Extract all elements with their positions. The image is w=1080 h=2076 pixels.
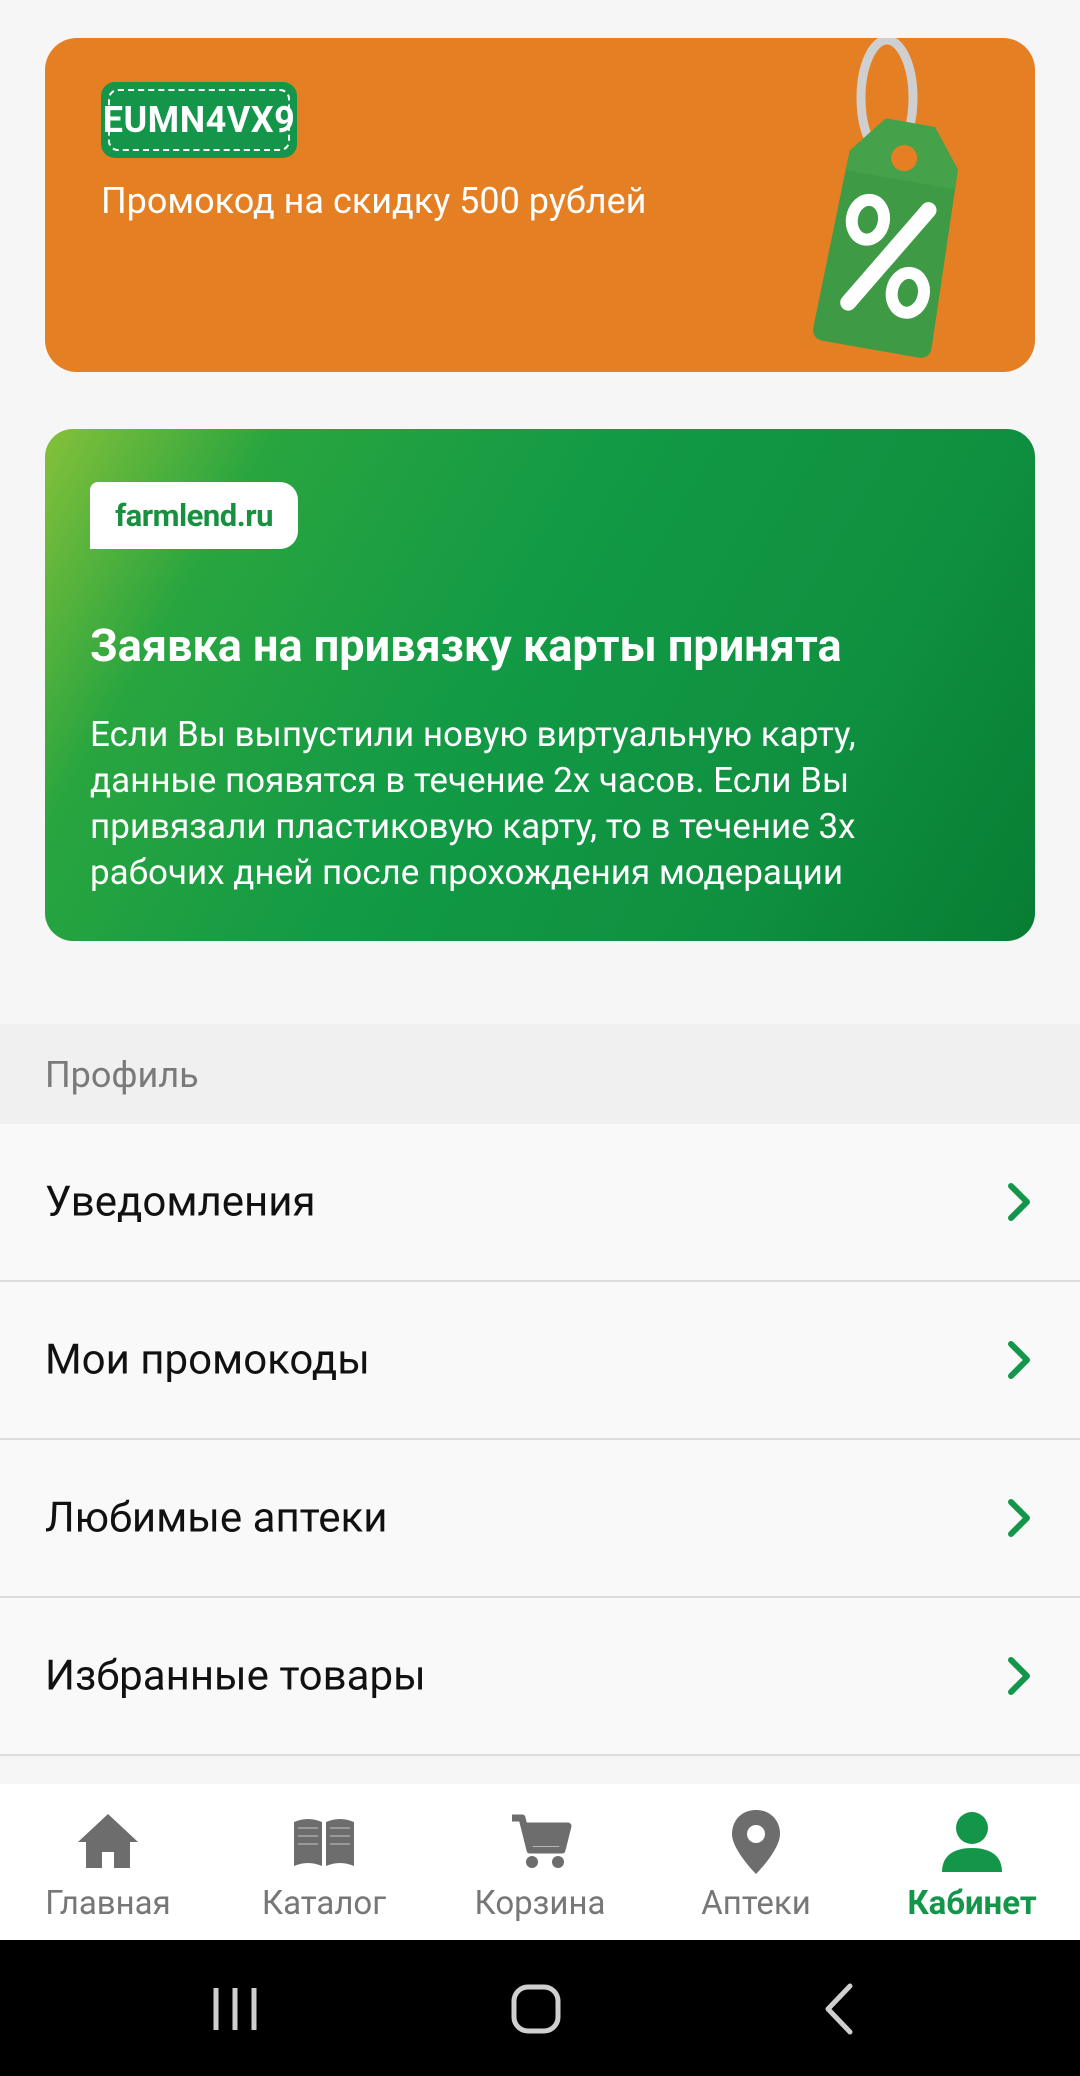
promo-code: EUMN4VX9 bbox=[102, 99, 296, 141]
farmlend-logo-text: farmlend.ru bbox=[115, 497, 273, 534]
section-label: Профиль bbox=[45, 1054, 199, 1096]
chevron-right-icon bbox=[1008, 1657, 1030, 1695]
notice-title: Заявка на привязку карты принята bbox=[90, 619, 842, 672]
promo-code-badge[interactable]: EUMN4VX9 bbox=[101, 82, 297, 158]
chevron-right-icon bbox=[1008, 1499, 1030, 1537]
menu-item-favorite-pharmacies[interactable]: Любимые аптеки bbox=[0, 1440, 1080, 1598]
nav-cart[interactable]: Корзина bbox=[432, 1784, 648, 1940]
nav-label: Главная bbox=[45, 1884, 171, 1923]
bottom-navigation: Главная Каталог Корзина Аптеки Кабинет bbox=[0, 1784, 1080, 1940]
percent-tag-icon bbox=[813, 38, 958, 358]
back-icon[interactable] bbox=[806, 1974, 876, 2044]
notice-text: Если Вы выпустили новую виртуальную карт… bbox=[90, 714, 856, 893]
menu-item-my-promocodes[interactable]: Мои промокоды bbox=[0, 1282, 1080, 1440]
recent-apps-icon[interactable] bbox=[200, 1974, 270, 2044]
card-linked-notice: farmlend.ru Заявка на привязку карты при… bbox=[45, 429, 1035, 941]
location-pin-icon bbox=[732, 1810, 780, 1874]
nav-label: Каталог bbox=[261, 1884, 387, 1923]
system-navigation-bar bbox=[0, 1940, 1080, 2076]
nav-catalog[interactable]: Каталог bbox=[216, 1784, 432, 1940]
promo-card[interactable]: EUMN4VX9 Промокод на скидку 500 рублей bbox=[45, 38, 1035, 372]
farmlend-logo: farmlend.ru bbox=[90, 482, 298, 549]
nav-label: Кабинет bbox=[907, 1884, 1037, 1923]
cart-icon bbox=[512, 1814, 572, 1868]
nav-account[interactable]: Кабинет bbox=[864, 1784, 1080, 1940]
menu-item-label: Уведомления bbox=[45, 1177, 316, 1227]
home-button-icon[interactable] bbox=[501, 1974, 571, 2044]
user-icon bbox=[942, 1812, 1002, 1872]
profile-section-header: Профиль bbox=[0, 1024, 1080, 1124]
promo-description: Промокод на скидку 500 рублей bbox=[101, 180, 647, 222]
menu-item-label: Избранные товары bbox=[45, 1651, 426, 1701]
menu-item-favorite-products[interactable]: Избранные товары bbox=[0, 1598, 1080, 1756]
profile-menu: Уведомления Мои промокоды Любимые аптеки… bbox=[0, 1124, 1080, 1756]
chevron-right-icon bbox=[1008, 1183, 1030, 1221]
nav-label: Корзина bbox=[474, 1884, 606, 1923]
nav-pharmacies[interactable]: Аптеки bbox=[648, 1784, 864, 1940]
menu-item-notifications[interactable]: Уведомления bbox=[0, 1124, 1080, 1282]
home-icon bbox=[78, 1814, 138, 1868]
menu-item-label: Мои промокоды bbox=[45, 1335, 370, 1385]
profile-screen: EUMN4VX9 Промокод на скидку 500 рублей f… bbox=[0, 0, 1080, 2076]
chevron-right-icon bbox=[1008, 1341, 1030, 1379]
menu-item-label: Любимые аптеки bbox=[45, 1493, 388, 1543]
nav-label: Аптеки bbox=[701, 1884, 811, 1923]
book-icon bbox=[294, 1819, 354, 1866]
nav-home[interactable]: Главная bbox=[0, 1784, 216, 1940]
